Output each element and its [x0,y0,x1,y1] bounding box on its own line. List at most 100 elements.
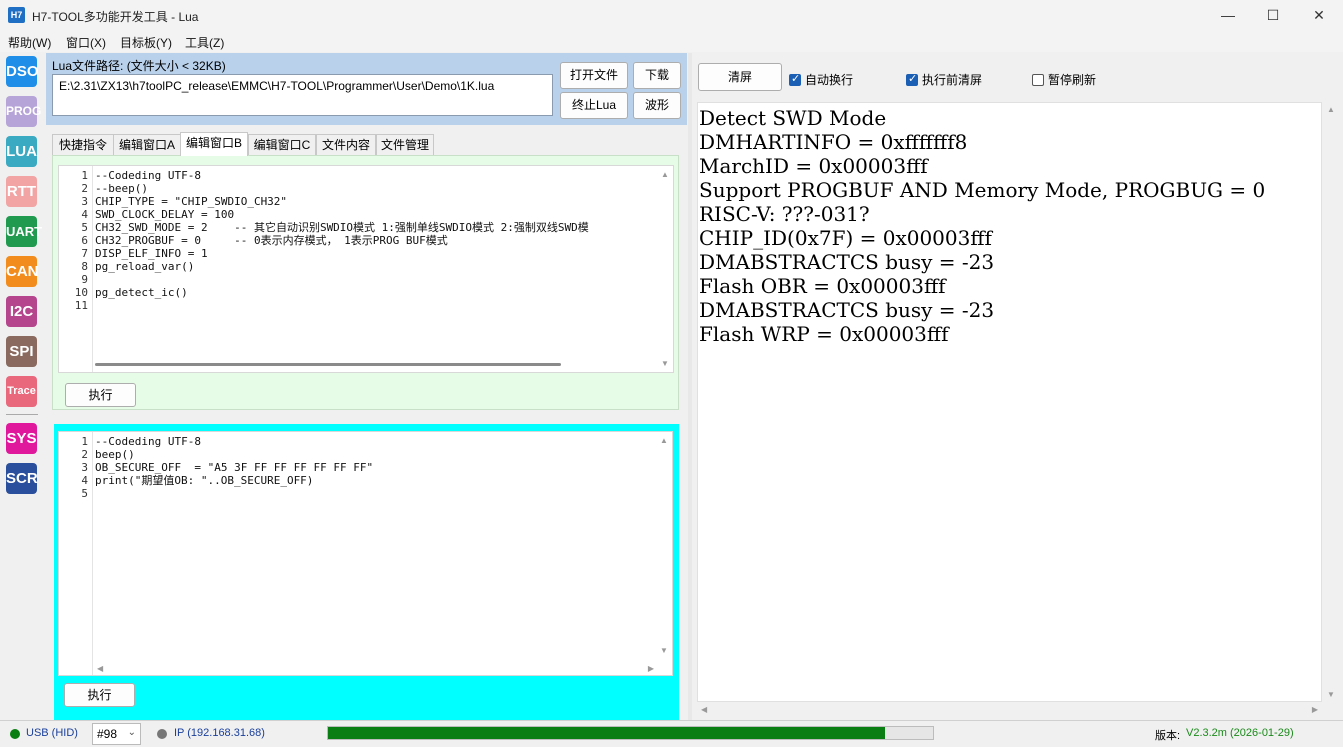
lua-path-field[interactable]: E:\2.31\ZX13\h7toolPC_release\EMMC\H7-TO… [52,74,553,116]
run-button-bottom[interactable]: 执行 [64,683,135,707]
code-line: --beep() [95,182,148,195]
output-line: MarchID = 0x00003fff [699,154,928,178]
tab-editor-b[interactable]: 编辑窗口B [180,132,248,156]
scroll-up-icon[interactable]: ▲ [1327,105,1335,114]
scroll-right-icon[interactable]: ▶ [648,664,654,673]
code-line: --Codeding UTF-8 [95,435,201,448]
scroll-up-icon[interactable]: ▲ [660,436,668,445]
code-editor-top[interactable]: 1 2 3 4 5 6 7 8 9 10 11 --Codeding UTF-8 --beep() CH… [58,165,674,373]
menu-help[interactable]: 帮助(W) [8,34,51,51]
pause-refresh-label: 暂停刷新 [1048,73,1097,87]
clear-before-run-label: 执行前清屏 [922,73,983,87]
output-vertical-scrollbar[interactable]: ▲ ▼ [1322,102,1339,702]
code-line: CH32_PROGBUF = 0 -- 0表示内存模式， 1表示PROG BUF… [95,234,448,247]
editor-panel-top: 1 2 3 4 5 6 7 8 9 10 11 --Codeding UTF-8 --beep() CH… [52,155,679,410]
status-bar: USB (HID) #98 ⌄ IP (192.168.31.68) 版本: V… [0,720,1343,747]
checkbox-icon[interactable] [906,72,918,86]
clear-screen-button[interactable]: 清屏 [698,63,782,91]
code-line: --Codeding UTF-8 [95,169,201,182]
auto-wrap-checkbox[interactable]: 自动换行 [789,71,853,88]
version-label: 版本: [1155,730,1181,742]
minimize-icon[interactable]: — [1205,0,1251,30]
line-number: 5 [81,487,88,500]
open-file-button[interactable]: 打开文件 [560,62,628,89]
chevron-down-icon[interactable]: ⌄ [128,727,136,738]
output-line: Flash OBR = 0x00003fff [699,274,946,298]
stop-lua-button[interactable]: 终止Lua [560,92,628,119]
line-numbers: 12345 [59,432,93,675]
run-button-top[interactable]: 执行 [65,383,136,407]
title-bar: H7 H7-TOOL多功能开发工具 - Lua — ☐ ✕ [0,0,1343,30]
scroll-down-icon[interactable]: ▼ [1327,690,1335,699]
tab-file-content[interactable]: 文件内容 [316,134,376,156]
scroll-right-icon[interactable]: ▶ [1312,705,1318,714]
code-text[interactable]: --Codeding UTF-8 --beep() CHIP_TYPE = "CHI… [95,166,657,372]
line-number: 2 [81,448,88,461]
code-line: pg_reload_var() [95,260,195,273]
scroll-down-icon[interactable]: ▼ [661,359,669,368]
menu-tools[interactable]: 工具(Z) [185,34,224,51]
scrollbar-thumb[interactable] [95,363,561,366]
scroll-down-icon[interactable]: ▼ [660,646,668,655]
sidebar-item-spi[interactable]: SPI [6,336,37,367]
code-editor-bottom[interactable]: 12345 --Codeding UTF-8 beep() OB_SECURE_OF… [58,431,673,676]
horizontal-scrollbar[interactable]: ◀ ▶ [95,661,656,675]
download-button[interactable]: 下载 [633,62,681,89]
close-icon[interactable]: ✕ [1296,0,1342,30]
scroll-left-icon[interactable]: ◀ [97,664,103,673]
sidebar-item-prog[interactable]: PROG [6,96,41,127]
progress-bar [327,726,934,740]
code-text[interactable]: --Codeding UTF-8 beep() OB_SECURE_OFF = "A… [95,432,656,675]
line-number: 6 [81,234,88,247]
line-number: 3 [81,195,88,208]
output-line: Support PROGBUF AND Memory Mode, PROGBUG… [699,178,1266,202]
usb-status-icon [10,729,20,739]
scroll-left-icon[interactable]: ◀ [701,705,707,714]
lua-file-panel: Lua文件路径: (文件大小 < 32KB) E:\2.31\ZX13\h7to… [46,53,687,125]
line-number: 9 [81,273,88,286]
sidebar-item-dso[interactable]: DSO [6,56,39,87]
output-toolbar: 清屏 自动换行 执行前清屏 暂停刷新 [692,53,1343,101]
line-number: 2 [81,182,88,195]
menu-target-board[interactable]: 目标板(Y) [120,34,172,51]
maximize-icon[interactable]: ☐ [1250,0,1296,30]
menu-window[interactable]: 窗口(X) [66,34,106,51]
tab-editor-a[interactable]: 编辑窗口A [113,134,181,156]
pause-refresh-checkbox[interactable]: 暂停刷新 [1032,71,1096,88]
device-select[interactable]: #98 ⌄ [92,723,141,745]
sidebar-item-scr[interactable]: SCR [6,463,38,494]
window-title: H7-TOOL多功能开发工具 - Lua [32,10,199,24]
output-line: CHIP_ID(0x7F) = 0x00003fff [699,226,992,250]
vertical-scrollbar[interactable]: ▲ ▼ [656,432,672,675]
sidebar-item-sys[interactable]: SYS [6,423,37,454]
version-value: V2.3.2m (2026-01-29) [1186,727,1294,739]
output-console[interactable]: Detect SWD Mode DMHARTINFO = 0xfffffff8 … [697,102,1322,702]
horizontal-scrollbar[interactable] [95,358,657,372]
tab-file-manager[interactable]: 文件管理 [376,134,434,156]
editor-panel-bottom: 12345 --Codeding UTF-8 beep() OB_SECURE_OF… [54,424,679,720]
line-number: 1 [81,169,88,182]
vertical-scrollbar[interactable]: ▲ ▼ [657,166,673,372]
checkbox-icon[interactable] [789,72,801,86]
clear-before-run-checkbox[interactable]: 执行前清屏 [906,71,982,88]
sidebar-item-rtt[interactable]: RTT [6,176,37,207]
code-line: DISP_ELF_INFO = 1 [95,247,208,260]
sidebar-item-i2c[interactable]: I2C [6,296,37,327]
tab-quick-commands[interactable]: 快捷指令 [52,134,114,156]
checkbox-icon[interactable] [1032,73,1044,86]
scroll-up-icon[interactable]: ▲ [661,170,669,179]
sidebar-item-lua[interactable]: LUA [6,136,37,167]
output-horizontal-scrollbar[interactable]: ◀ ▶ [697,702,1322,717]
sidebar-item-can[interactable]: CAN [6,256,39,287]
line-number: 5 [81,221,88,234]
splitter[interactable] [688,53,692,720]
sidebar-item-trace[interactable]: Trace [6,376,37,407]
line-number: 4 [81,474,88,487]
line-number: 3 [81,461,88,474]
code-line: pg_detect_ic() [95,286,188,299]
tab-editor-c[interactable]: 编辑窗口C [248,134,316,156]
waveform-button[interactable]: 波形 [633,92,681,119]
sidebar-item-uart[interactable]: UART [6,216,42,247]
